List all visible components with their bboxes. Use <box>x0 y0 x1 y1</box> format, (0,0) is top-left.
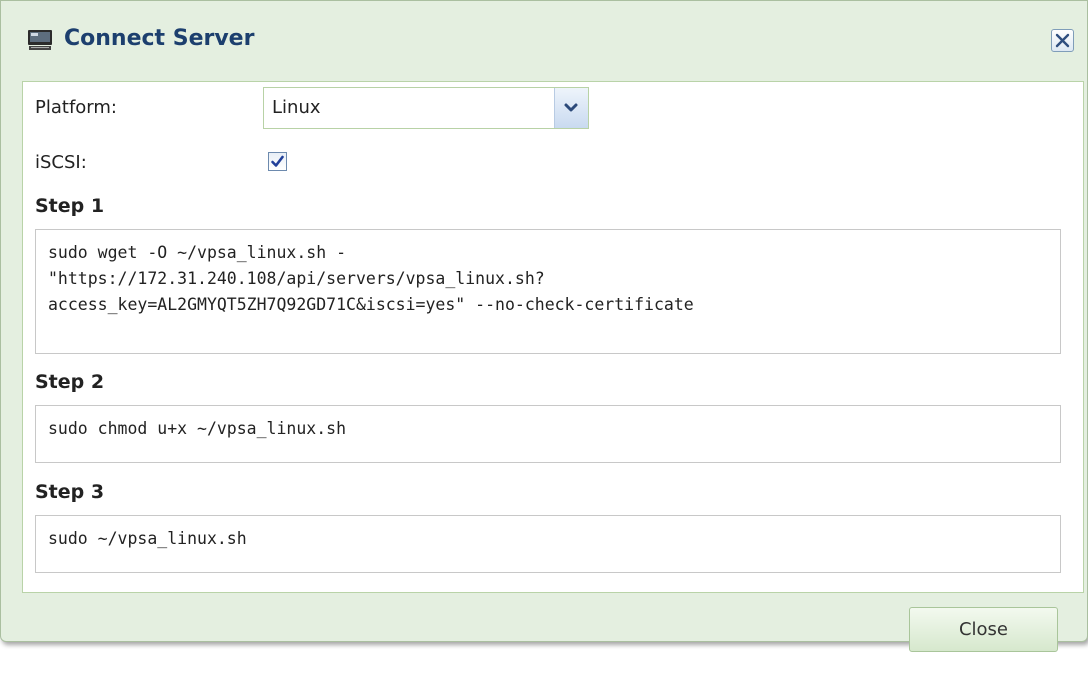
monitor-icon <box>27 29 53 51</box>
iscsi-label: iSCSI: <box>35 152 87 173</box>
dialog-title: Connect Server <box>64 26 255 51</box>
platform-select-value: Linux <box>272 97 321 118</box>
chevron-down-icon[interactable] <box>554 88 588 128</box>
platform-select[interactable]: Linux <box>263 87 589 129</box>
step-3-title: Step 3 <box>35 481 105 503</box>
iscsi-checkbox[interactable] <box>268 152 287 171</box>
step-3-command[interactable]: sudo ~/vpsa_linux.sh <box>35 515 1061 573</box>
dialog-content-panel: Platform: Linux iSCSI: Step 1 sudo wget … <box>22 81 1084 593</box>
close-button[interactable]: Close <box>909 607 1058 652</box>
platform-label: Platform: <box>35 97 117 118</box>
step-1-command[interactable]: sudo wget -O ~/vpsa_linux.sh - "https://… <box>35 229 1061 354</box>
dialog-titlebar[interactable]: Connect Server <box>1 1 1087 81</box>
close-icon[interactable] <box>1051 29 1074 52</box>
connect-server-dialog: Connect Server Platform: Linux iSCSI: St… <box>0 0 1088 652</box>
step-2-command[interactable]: sudo chmod u+x ~/vpsa_linux.sh <box>35 405 1061 463</box>
step-1-title: Step 1 <box>35 195 105 217</box>
step-2-title: Step 2 <box>35 371 105 393</box>
